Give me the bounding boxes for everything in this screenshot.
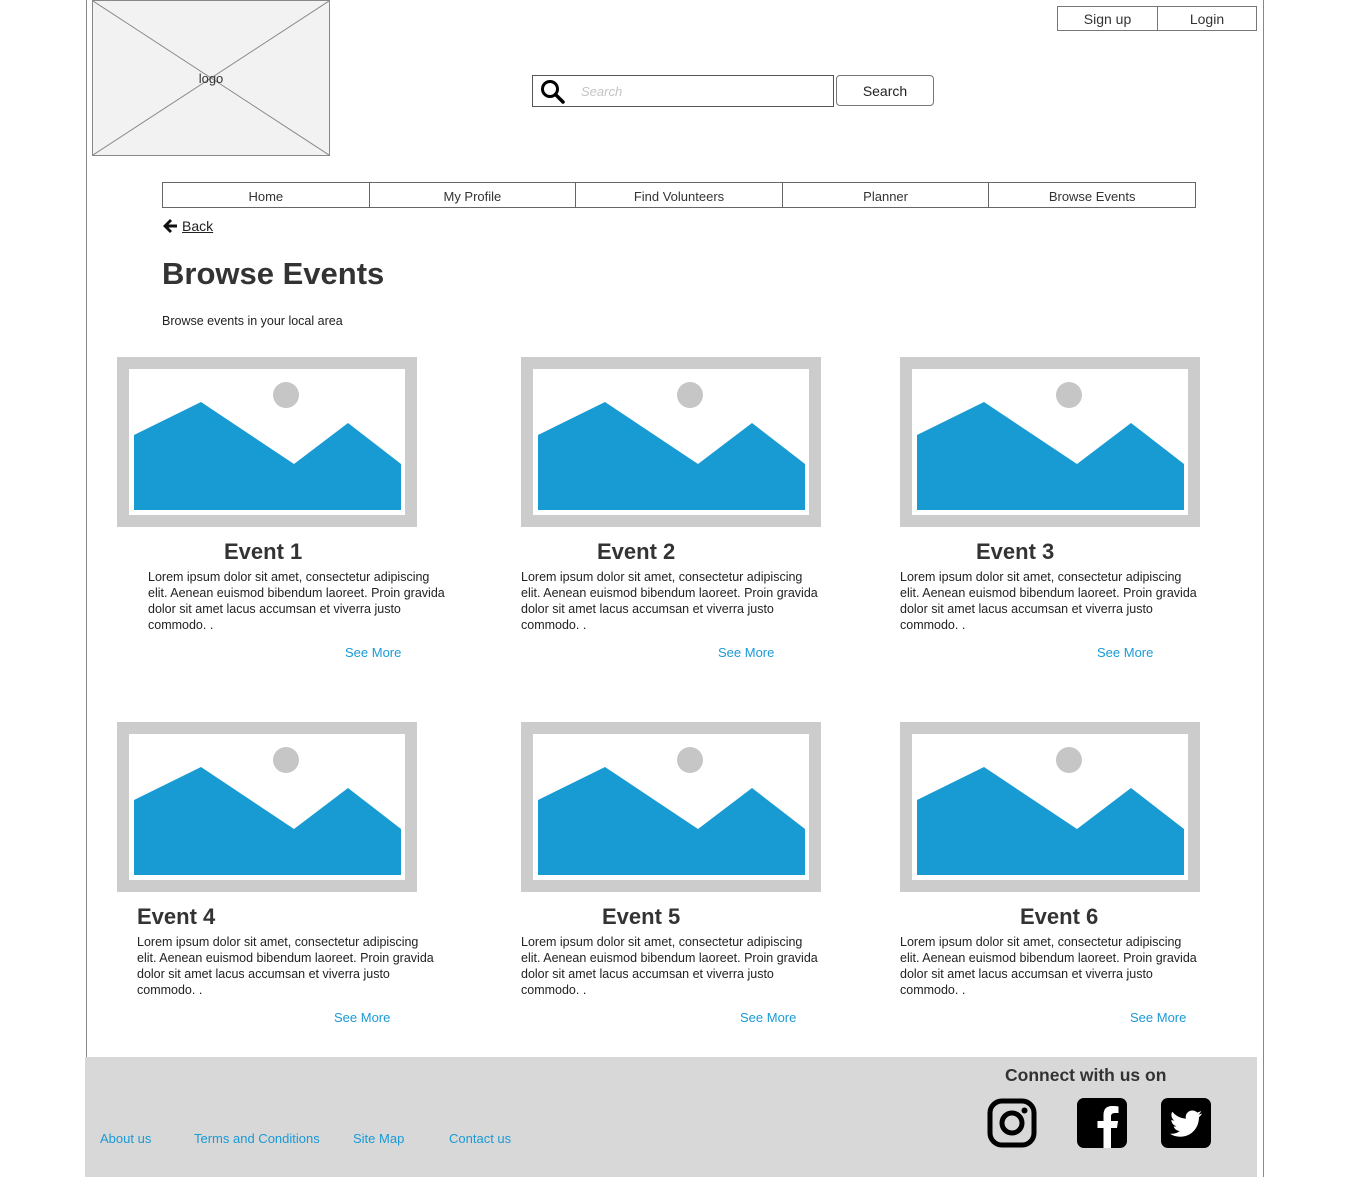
back-link[interactable]: Back (162, 216, 213, 236)
instagram-icon[interactable] (987, 1098, 1037, 1148)
logo-placeholder[interactable]: logo (92, 0, 330, 156)
event-title[interactable]: Event 2 (597, 539, 675, 565)
twitter-icon[interactable] (1161, 1098, 1211, 1148)
image-placeholder-icon (533, 369, 809, 515)
logo-label: logo (198, 71, 224, 86)
footer-link-terms[interactable]: Terms and Conditions (194, 1131, 320, 1146)
event-description: Lorem ipsum dolor sit amet, consectetur … (137, 935, 434, 997)
event-image[interactable] (117, 722, 417, 892)
nav-item-find-volunteers[interactable]: Find Volunteers (576, 183, 783, 207)
event-title[interactable]: Event 5 (602, 904, 680, 930)
event-title[interactable]: Event 1 (224, 539, 302, 565)
signup-button[interactable]: Sign up (1057, 6, 1158, 31)
see-more-link[interactable]: See More (718, 645, 774, 660)
event-description: Lorem ipsum dolor sit amet, consectetur … (521, 935, 818, 997)
image-placeholder-icon (533, 734, 809, 880)
search-icon (541, 80, 565, 104)
image-placeholder-icon (129, 369, 405, 515)
event-description: Lorem ipsum dolor sit amet, consectetur … (900, 570, 1197, 632)
connect-heading: Connect with us on (1005, 1065, 1167, 1085)
see-more-link[interactable]: See More (1097, 645, 1153, 660)
event-title[interactable]: Event 3 (976, 539, 1054, 565)
event-description: Lorem ipsum dolor sit amet, consectetur … (148, 570, 445, 632)
facebook-icon[interactable] (1077, 1098, 1127, 1148)
nav-item-my-profile[interactable]: My Profile (370, 183, 577, 207)
search-placeholder: Search (581, 84, 623, 99)
event-description: Lorem ipsum dolor sit amet, consectetur … (900, 935, 1197, 997)
login-button[interactable]: Login (1157, 6, 1257, 31)
back-label: Back (182, 218, 214, 234)
image-placeholder-icon (129, 734, 405, 880)
nav-item-home[interactable]: Home (163, 183, 370, 207)
event-image[interactable] (521, 722, 821, 892)
page-subtitle: Browse events in your local area (162, 314, 343, 328)
event-image[interactable] (117, 357, 417, 527)
event-image[interactable] (900, 722, 1200, 892)
image-placeholder-icon (912, 734, 1188, 880)
page-frame-right (1263, 0, 1264, 1177)
event-image[interactable] (521, 357, 821, 527)
search-input[interactable]: Search (532, 75, 834, 107)
image-placeholder-icon (912, 369, 1188, 515)
main-nav: Home My Profile Find Volunteers Planner … (162, 182, 1196, 208)
see-more-link[interactable]: See More (345, 645, 401, 660)
arrow-left-icon (163, 219, 177, 233)
event-title[interactable]: Event 4 (137, 904, 215, 930)
footer-link-contact-us[interactable]: Contact us (449, 1131, 511, 1146)
see-more-link[interactable]: See More (740, 1010, 796, 1025)
nav-item-browse-events[interactable]: Browse Events (989, 183, 1195, 207)
nav-item-planner[interactable]: Planner (783, 183, 990, 207)
page-title: Browse Events (162, 256, 385, 291)
event-description: Lorem ipsum dolor sit amet, consectetur … (521, 570, 818, 632)
see-more-link[interactable]: See More (334, 1010, 390, 1025)
page-frame-left (86, 0, 87, 1060)
footer-link-site-map[interactable]: Site Map (353, 1131, 404, 1146)
event-image[interactable] (900, 357, 1200, 527)
see-more-link[interactable]: See More (1130, 1010, 1186, 1025)
event-title[interactable]: Event 6 (1020, 904, 1098, 930)
footer-link-about-us[interactable]: About us (100, 1131, 151, 1146)
search-button[interactable]: Search (836, 75, 934, 106)
